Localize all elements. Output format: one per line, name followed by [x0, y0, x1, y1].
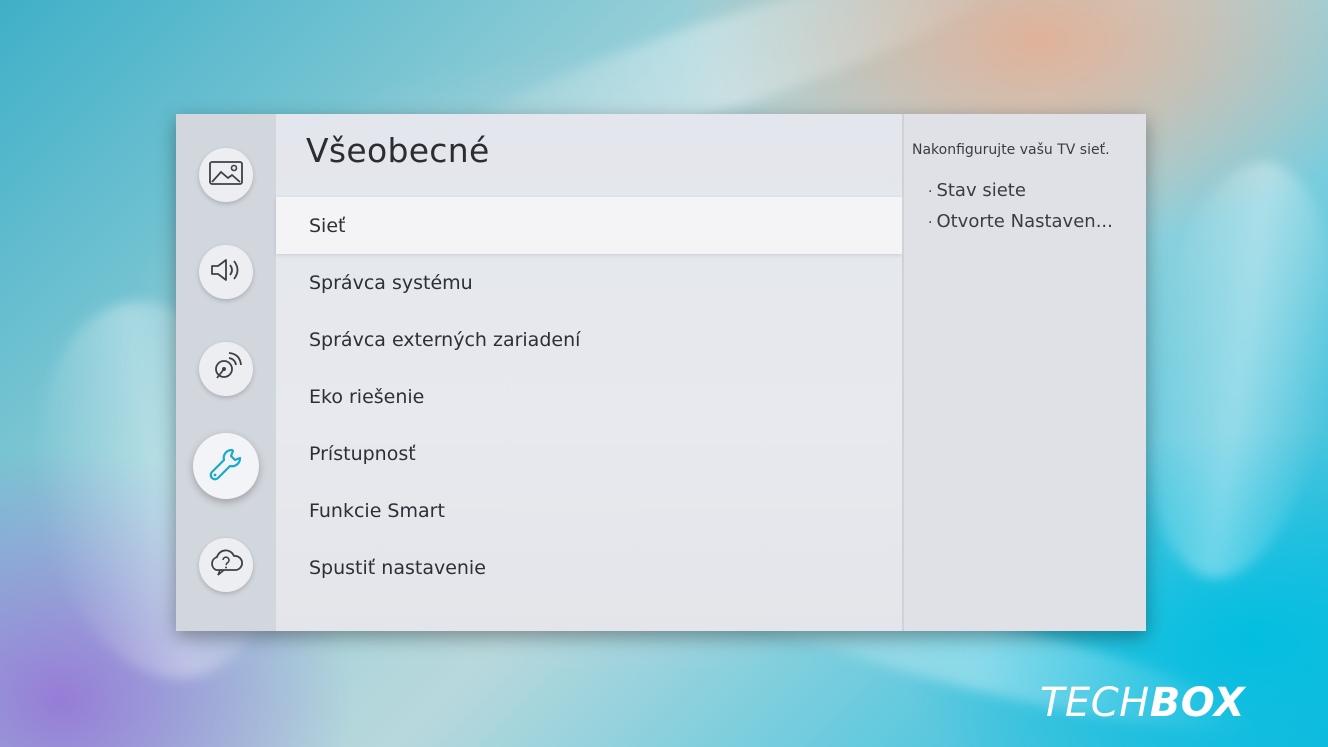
info-item-label: Stav siete [936, 180, 1026, 201]
support-icon [208, 548, 244, 582]
settings-sidebar [176, 114, 276, 631]
menu-item-external-devices[interactable]: Správca externých zariadení [276, 311, 902, 368]
wrench-icon [206, 444, 246, 488]
menu-item-system-manager[interactable]: Správca systému [276, 254, 902, 311]
menu-item-eco-solution[interactable]: Eko riešenie [276, 368, 902, 425]
sidebar-item-general[interactable] [193, 433, 259, 499]
menu-item-smart-features[interactable]: Funkcie Smart [276, 482, 902, 539]
sidebar-item-broadcasting[interactable] [199, 342, 253, 396]
info-item-label: Otvorte Nastaven... [936, 211, 1113, 232]
broadcast-icon [209, 350, 243, 388]
sound-icon [208, 256, 244, 288]
logo-part-box: BOX [1149, 680, 1246, 726]
info-list-item: · Otvorte Nastaven... [928, 211, 1113, 232]
logo-part-tech: TECH [1040, 680, 1150, 726]
settings-main: Všeobecné Sieť Správca systému Správca e… [276, 114, 902, 631]
page-title: Všeobecné [306, 131, 490, 170]
menu-item-start-setup[interactable]: Spustiť nastavenie [276, 539, 902, 596]
sidebar-item-picture[interactable] [199, 148, 253, 202]
info-list-item: · Stav siete [928, 180, 1026, 201]
sidebar-item-sound[interactable] [199, 245, 253, 299]
info-panel: Nakonfigurujte vašu TV sieť. · Stav siete… [902, 114, 1146, 631]
picture-icon [208, 159, 244, 191]
sidebar-item-support[interactable] [199, 538, 253, 592]
info-description: Nakonfigurujte vašu TV sieť. [912, 142, 1110, 158]
techbox-logo: TECHBOX [1040, 680, 1245, 726]
menu-item-network[interactable]: Sieť [276, 197, 902, 254]
settings-panel: Všeobecné Sieť Správca systému Správca e… [176, 114, 1146, 631]
info-list: · Stav siete · Otvorte Nastaven... [928, 176, 1113, 238]
menu-item-accessibility[interactable]: Prístupnosť [276, 425, 902, 482]
